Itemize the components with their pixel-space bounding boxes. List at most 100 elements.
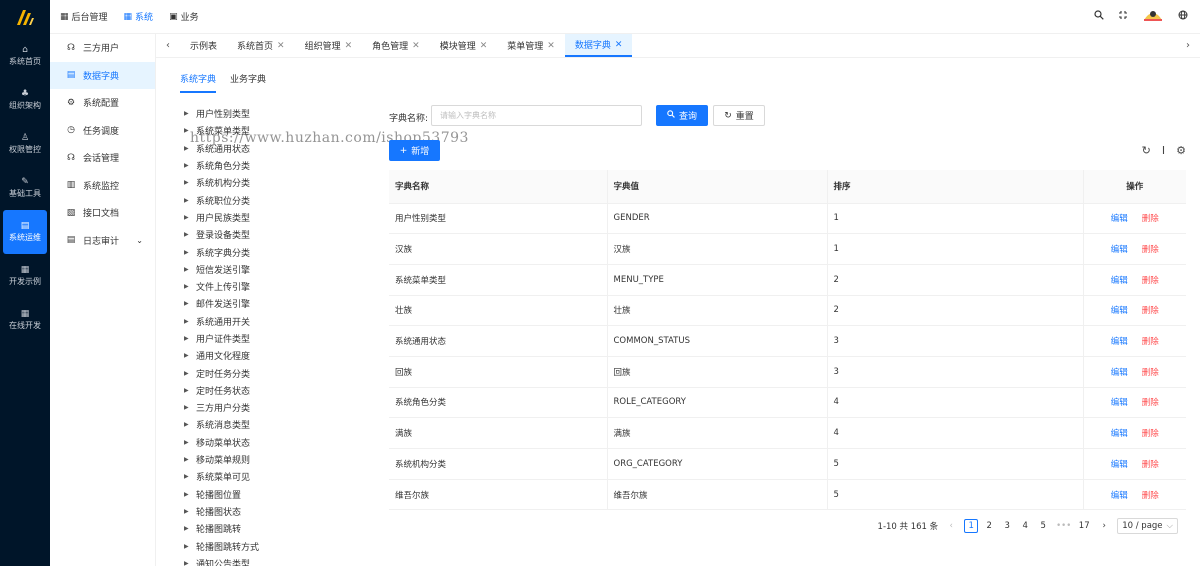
rail-item[interactable]: ▤ 系统运维 <box>3 210 47 254</box>
tree-node[interactable]: ▶ 系统通用状态 <box>184 140 374 157</box>
fullscreen-icon[interactable] <box>1118 10 1128 23</box>
tree-node[interactable]: ▶ 用户证件类型 <box>184 330 374 347</box>
close-icon[interactable]: ✕ <box>412 41 420 51</box>
tree-node[interactable]: ▶ 系统菜单可见 <box>184 468 374 485</box>
tree-node[interactable]: ▶ 用户性别类型 <box>184 105 374 122</box>
delete-link[interactable]: 删除 <box>1142 398 1159 408</box>
tree-node[interactable]: ▶ 定时任务分类 <box>184 364 374 381</box>
tab-item[interactable]: 模块管理 ✕ <box>430 34 498 57</box>
tab-item[interactable]: 系统首页 ✕ <box>227 34 295 57</box>
tree-node[interactable]: ▶ 移动菜单状态 <box>184 434 374 451</box>
page-last[interactable]: 17 <box>1077 519 1091 533</box>
edit-link[interactable]: 编辑 <box>1111 398 1128 408</box>
refresh-icon[interactable]: ↻ <box>1142 144 1151 157</box>
search-icon[interactable] <box>1094 10 1104 23</box>
menu-item[interactable]: ◷ 任务调度 <box>50 117 155 145</box>
menu-item[interactable]: ▤ 数据字典 <box>50 61 155 89</box>
menu-item[interactable]: ▥ 系统监控 <box>50 172 155 200</box>
close-icon[interactable]: ✕ <box>345 41 353 51</box>
prev-page-icon[interactable]: ‹ <box>944 519 958 533</box>
menu-item[interactable]: ▤ 日志审计 ⌄ <box>50 227 155 255</box>
delete-link[interactable]: 删除 <box>1142 460 1159 470</box>
menu-item[interactable]: ☊ 会话管理 <box>50 144 155 172</box>
tree-node[interactable]: ▶ 系统职位分类 <box>184 191 374 208</box>
add-button[interactable]: + 新增 <box>389 140 440 161</box>
tree-node[interactable]: ▶ 通知公告类型 <box>184 555 374 566</box>
tree-node[interactable]: ▶ 系统机构分类 <box>184 174 374 191</box>
tree-node[interactable]: ▶ 邮件发送引擎 <box>184 295 374 312</box>
tree-node[interactable]: ▶ 系统字典分类 <box>184 243 374 260</box>
delete-link[interactable]: 删除 <box>1142 245 1159 255</box>
tree-node[interactable]: ▶ 用户民族类型 <box>184 209 374 226</box>
top-nav-item[interactable]: ▦ 后台管理 <box>60 10 108 24</box>
close-icon[interactable]: ✕ <box>547 41 555 51</box>
delete-link[interactable]: 删除 <box>1142 337 1159 347</box>
edit-link[interactable]: 编辑 <box>1111 276 1128 286</box>
edit-link[interactable]: 编辑 <box>1111 306 1128 316</box>
rail-item[interactable]: ⌂ 系统首页 <box>0 34 50 78</box>
subtab[interactable]: 系统字典 <box>180 72 217 93</box>
close-icon[interactable]: ✕ <box>480 41 488 51</box>
delete-link[interactable]: 删除 <box>1142 214 1159 224</box>
tree-node[interactable]: ▶ 轮播图状态 <box>184 503 374 520</box>
tree-node[interactable]: ▶ 文件上传引擎 <box>184 278 374 295</box>
next-page-icon[interactable]: › <box>1097 519 1111 533</box>
tree-node[interactable]: ▶ 轮播图跳转方式 <box>184 537 374 554</box>
page-item[interactable]: 1 <box>964 519 979 533</box>
subtab[interactable]: 业务字典 <box>230 72 266 93</box>
edit-link[interactable]: 编辑 <box>1111 460 1128 470</box>
pagination-ellipsis[interactable]: ••• <box>1056 519 1071 533</box>
tab-item[interactable]: 菜单管理 ✕ <box>497 34 565 57</box>
edit-link[interactable]: 编辑 <box>1111 429 1128 439</box>
page-item[interactable]: 4 <box>1018 519 1032 533</box>
menu-item[interactable]: ☊ 三方用户 <box>50 34 155 62</box>
tab-item[interactable]: 数据字典 ✕ <box>564 34 633 57</box>
menu-item[interactable]: ▧ 接口文档 <box>50 199 155 227</box>
avatar[interactable] <box>1142 8 1164 25</box>
edit-link[interactable]: 编辑 <box>1111 337 1128 347</box>
menu-item[interactable]: ⚙ 系统配置 <box>50 89 155 117</box>
top-nav-item[interactable]: ▣ 业务 <box>169 10 199 24</box>
close-icon[interactable]: ✕ <box>277 41 285 51</box>
close-icon[interactable]: ✕ <box>615 40 623 50</box>
tree-node[interactable]: ▶ 系统通用开关 <box>184 313 374 330</box>
delete-link[interactable]: 删除 <box>1142 276 1159 286</box>
tab-item[interactable]: 角色管理 ✕ <box>362 34 430 57</box>
query-button[interactable]: 查询 <box>656 105 708 126</box>
reset-button[interactable]: ↻ 重置 <box>713 105 765 126</box>
delete-link[interactable]: 删除 <box>1142 429 1159 439</box>
tree-node[interactable]: ▶ 定时任务状态 <box>184 382 374 399</box>
tab-item[interactable]: 示例表 <box>180 34 227 57</box>
delete-link[interactable]: 删除 <box>1142 306 1159 316</box>
edit-link[interactable]: 编辑 <box>1111 368 1128 378</box>
tree-node[interactable]: ▶ 三方用户分类 <box>184 399 374 416</box>
delete-link[interactable]: 删除 <box>1142 491 1159 501</box>
edit-link[interactable]: 编辑 <box>1111 214 1128 224</box>
dict-name-input[interactable] <box>431 105 642 126</box>
app-logo[interactable] <box>0 0 50 34</box>
page-item[interactable]: 5 <box>1036 519 1050 533</box>
tab-scroll-right-icon[interactable]: › <box>1176 34 1200 57</box>
tab-item[interactable]: 组织管理 ✕ <box>295 34 363 57</box>
rail-item[interactable]: ▦ 开发示例 <box>0 254 50 298</box>
page-item[interactable]: 3 <box>1000 519 1014 533</box>
tab-scroll-left-icon[interactable]: ‹ <box>156 34 180 57</box>
tree-node[interactable]: ▶ 移动菜单规则 <box>184 451 374 468</box>
tree-node[interactable]: ▶ 系统消息类型 <box>184 416 374 433</box>
rail-item[interactable]: ▦ 在线开发 <box>0 298 50 342</box>
tree-node[interactable]: ▶ 通用文化程度 <box>184 347 374 364</box>
column-height-icon[interactable]: Ⅰ <box>1162 144 1165 157</box>
tree-node[interactable]: ▶ 短信发送引擎 <box>184 261 374 278</box>
edit-link[interactable]: 编辑 <box>1111 491 1128 501</box>
delete-link[interactable]: 删除 <box>1142 368 1159 378</box>
tree-node[interactable]: ▶ 登录设备类型 <box>184 226 374 243</box>
rail-item[interactable]: ♣ 组织架构 <box>0 78 50 122</box>
rail-item[interactable]: ♙ 权限管控 <box>0 122 50 166</box>
globe-icon[interactable] <box>1178 10 1188 23</box>
settings-icon[interactable]: ⚙ <box>1176 144 1186 157</box>
tree-node[interactable]: ▶ 系统角色分类 <box>184 157 374 174</box>
page-item[interactable]: 2 <box>982 519 996 533</box>
tree-node[interactable]: ▶ 轮播图跳转 <box>184 520 374 537</box>
top-nav-item[interactable]: ▦ 系统 <box>124 10 154 24</box>
rail-item[interactable]: ✎ 基础工具 <box>0 166 50 210</box>
